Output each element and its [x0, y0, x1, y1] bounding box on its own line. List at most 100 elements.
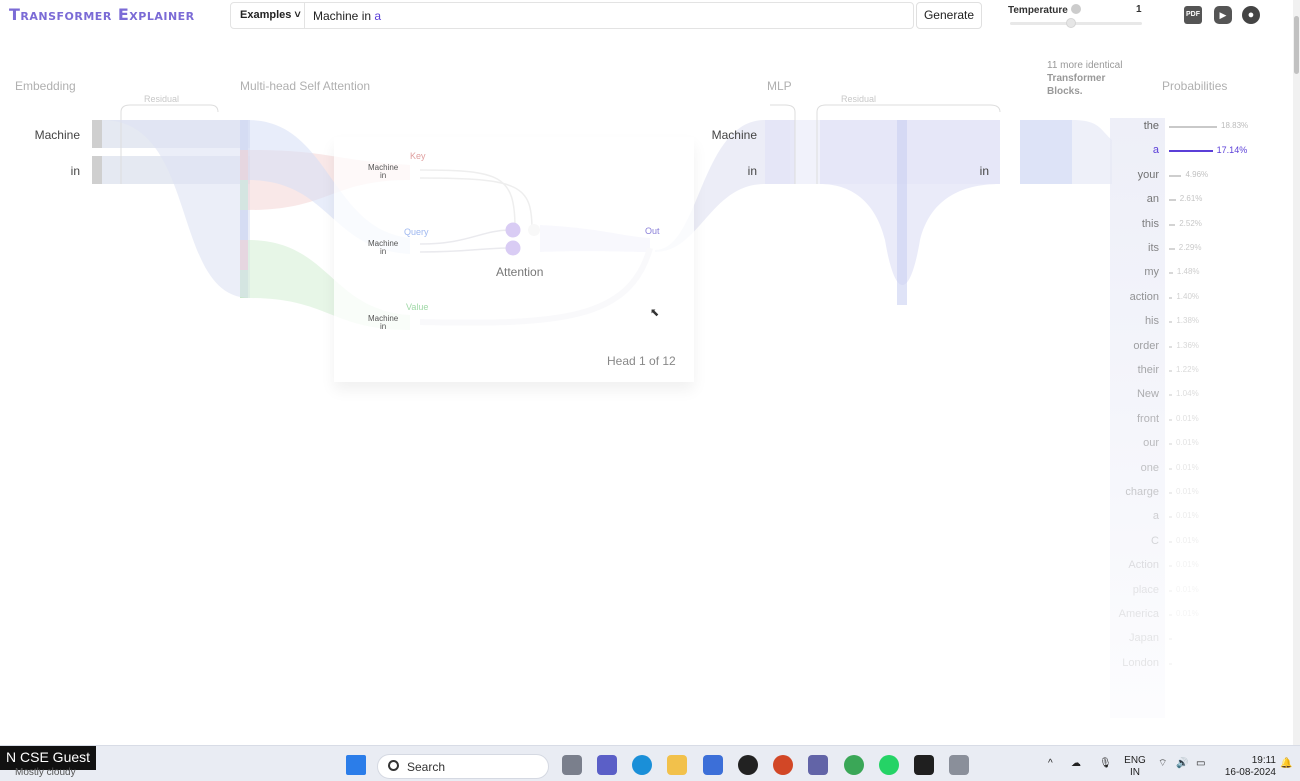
search-icon [388, 760, 399, 771]
probability-word: America [1118, 608, 1159, 620]
probability-row[interactable]: charge 0.01% [1100, 486, 1280, 506]
probability-word: their [1137, 364, 1159, 376]
battery-icon[interactable]: ▭ [1196, 758, 1205, 770]
clock-date: 16-08-2024 [1224, 767, 1276, 778]
probability-word: its [1148, 242, 1159, 254]
teams-active-icon[interactable] [808, 755, 828, 775]
probability-row[interactable]: action 1.40% [1100, 291, 1280, 311]
alien-app-icon[interactable] [738, 755, 758, 775]
probability-bar [1169, 126, 1217, 128]
windows-start-icon[interactable] [346, 755, 366, 775]
attention-label[interactable]: Attention [496, 265, 543, 279]
token-label[interactable]: Machine [20, 128, 80, 142]
probability-percent: 0.01% [1176, 535, 1199, 545]
embedding-column [92, 120, 102, 148]
probability-row[interactable]: the 18.83% [1100, 120, 1280, 140]
clock[interactable]: 19:11 16-08-2024 [1218, 755, 1276, 779]
probability-row[interactable]: a 17.14% [1100, 144, 1280, 164]
language-line: ENG [1124, 755, 1146, 766]
mlp-column [1020, 120, 1072, 184]
probability-percent: 0.01% [1176, 413, 1199, 423]
taskbar-search[interactable]: Search [377, 754, 549, 779]
whatsapp-icon[interactable] [879, 755, 899, 775]
probability-row[interactable]: order 1.36% [1100, 340, 1280, 360]
transformer-explainer-app: Transformer Explainer Examples ˅ Machine… [0, 0, 1300, 745]
probability-bar [1169, 199, 1176, 202]
probability-row[interactable]: his 1.38% [1100, 315, 1280, 335]
probability-bar [1169, 223, 1176, 226]
probability-bar [1169, 589, 1172, 592]
probability-row[interactable]: one 0.01% [1100, 462, 1280, 482]
probability-percent: 0.01% [1176, 560, 1199, 570]
probability-row[interactable]: Japan [1100, 632, 1280, 652]
probability-row[interactable]: America 0.01% [1100, 608, 1280, 628]
clock-time: 19:11 [1251, 755, 1276, 766]
probability-word: charge [1125, 486, 1159, 498]
mini-token: in [380, 247, 387, 256]
probability-percent: 1.38% [1176, 316, 1200, 326]
notification-bell-icon[interactable]: 🔔 [1280, 758, 1292, 770]
probability-word: an [1146, 193, 1159, 206]
snipping-tool-icon[interactable] [949, 755, 969, 775]
probability-row[interactable]: front 0.01% [1100, 413, 1280, 433]
probability-bar [1169, 492, 1172, 494]
head-indicator[interactable]: Head 1 of 12 [607, 354, 676, 368]
probability-row[interactable]: its 2.29% [1100, 242, 1280, 262]
probability-word: action [1129, 290, 1159, 303]
probability-percent: 0.01% [1176, 584, 1199, 594]
probability-word: New [1136, 388, 1159, 401]
probability-bar [1169, 565, 1172, 568]
task-view-icon[interactable] [562, 755, 582, 775]
file-explorer-icon[interactable] [667, 755, 687, 775]
probability-row[interactable]: this 2.52% [1100, 218, 1280, 238]
probability-percent: 0.01% [1176, 609, 1199, 618]
probability-bar [1169, 516, 1172, 519]
probability-row[interactable]: my 1.48% [1100, 266, 1280, 286]
out-label: Out [645, 226, 660, 236]
probability-bar [1169, 345, 1173, 348]
language-indicator[interactable]: ENG IN [1122, 755, 1148, 779]
value-token-labels: Machine in [368, 315, 398, 331]
store-icon[interactable] [703, 755, 723, 775]
weather-text[interactable]: Mostly cloudy [15, 767, 76, 778]
probability-bar [1169, 467, 1172, 470]
token-label[interactable]: in [20, 164, 80, 178]
probability-word: London [1122, 656, 1159, 669]
probability-row[interactable]: New 1.04% [1100, 388, 1280, 408]
onedrive-icon[interactable]: ☁ [1071, 758, 1081, 770]
probability-percent: 0.01% [1176, 438, 1199, 448]
wifi-icon[interactable]: ⌔ [1158, 758, 1167, 770]
probability-row[interactable]: place 0.01% [1100, 584, 1280, 604]
pycharm-icon[interactable] [914, 755, 934, 775]
probability-word: one [1140, 461, 1159, 474]
probability-row[interactable]: their 1.22% [1100, 364, 1280, 384]
chevron-up-icon[interactable]: ^ [1048, 758, 1053, 770]
volume-icon[interactable]: 🔊 [1176, 758, 1188, 770]
mini-token: in [380, 171, 387, 180]
probability-percent: 2.61% [1179, 194, 1203, 204]
probability-row[interactable]: C 0.01% [1100, 535, 1280, 555]
probability-bar [1169, 370, 1172, 372]
probability-row[interactable]: an 2.61% [1100, 193, 1280, 213]
probability-row[interactable]: London [1100, 657, 1280, 677]
probability-bar [1169, 638, 1172, 641]
probability-percent: 1.22% [1176, 365, 1199, 374]
probability-percent: 2.52% [1179, 218, 1202, 228]
probability-word: Japan [1129, 632, 1159, 645]
probability-percent: 0.01% [1176, 487, 1199, 496]
teams-icon[interactable] [597, 755, 617, 775]
powerpoint-icon[interactable] [773, 755, 793, 775]
probability-row[interactable]: your 4.96% [1100, 169, 1280, 189]
edge-icon[interactable] [632, 755, 652, 775]
probability-bar [1169, 174, 1182, 177]
probability-row[interactable]: our 0.01% [1100, 437, 1280, 457]
probability-word: our [1143, 437, 1159, 450]
microphone-icon[interactable]: 🎙 [1099, 758, 1112, 770]
probability-row[interactable]: a 0.01% [1100, 510, 1280, 530]
chrome-icon[interactable] [844, 755, 864, 775]
value-label: Value [406, 302, 429, 312]
probability-percent: 1.36% [1176, 340, 1200, 350]
probability-row[interactable]: Action 0.01% [1100, 559, 1280, 579]
probability-percent: 0.01% [1176, 511, 1199, 521]
mlp-expansion [820, 120, 1000, 285]
